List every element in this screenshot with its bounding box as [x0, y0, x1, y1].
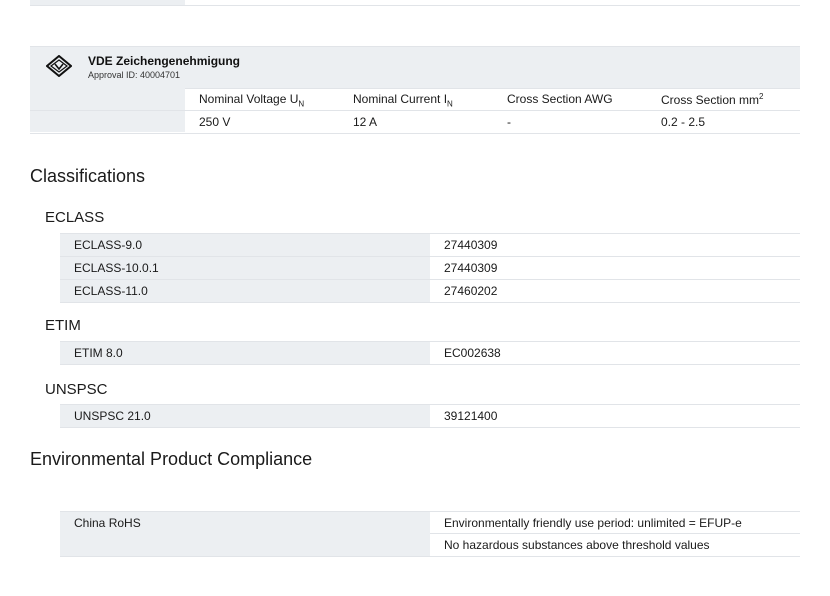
approval-header-key-cell [30, 88, 185, 110]
etim-heading: ETIM [45, 317, 81, 334]
etim-table: ETIM 8.0 EC002638 [60, 341, 800, 365]
value-nominal-voltage: 250 V [199, 115, 231, 129]
eclass-heading: ECLASS [45, 209, 105, 226]
row-key-cell: UNSPSC 21.0 [60, 405, 430, 427]
row-key: ECLASS-11.0 [74, 284, 148, 298]
table-row: ETIM 8.0 EC002638 [60, 341, 800, 365]
column-header-cross-section-awg: Cross Section AWG [507, 92, 613, 106]
compliance-heading: Environmental Product Compliance [30, 449, 313, 469]
value-cross-section-awg: - [507, 115, 511, 129]
unspsc-heading: UNSPSC [45, 381, 108, 398]
table-row: ECLASS-10.0.1 27440309 [60, 256, 800, 279]
row-value: 39121400 [444, 409, 498, 423]
compliance-divider [430, 533, 800, 534]
eclass-table: ECLASS-9.0 27440309 ECLASS-10.0.1 274403… [60, 233, 800, 303]
vde-mark-icon [45, 54, 73, 78]
column-header-nominal-current: Nominal Current IN [353, 92, 453, 109]
row-key: UNSPSC 21.0 [74, 409, 151, 423]
column-header-cross-section-mm: Cross Section mm2 [661, 92, 764, 107]
approval-title: VDE Zeichengenehmigung [88, 54, 241, 68]
compliance-value-substances: No hazardous substances above threshold … [444, 538, 710, 552]
value-cross-section-mm: 0.2 - 2.5 [661, 115, 706, 129]
approval-id: Approval ID: 40004701 [88, 70, 181, 80]
value-nominal-current: 12 A [353, 115, 378, 129]
table-row: UNSPSC 21.0 39121400 [60, 404, 800, 428]
compliance-value-efup: Environmentally friendly use period: unl… [444, 516, 742, 530]
row-value: 27460202 [444, 284, 498, 298]
row-value: 27440309 [444, 261, 498, 275]
column-header-nominal-voltage: Nominal Voltage UN [199, 92, 305, 109]
row-key: ECLASS-9.0 [74, 238, 143, 252]
row-key-cell: ETIM 8.0 [60, 342, 430, 364]
approval-value-key-cell [30, 111, 185, 132]
table-row: ECLASS-11.0 27460202 [60, 279, 800, 303]
row-key-cell: ECLASS-11.0 [60, 280, 430, 302]
previous-table-divider [30, 5, 800, 6]
row-key: ECLASS-10.0.1 [74, 261, 159, 275]
row-value: EC002638 [444, 346, 501, 360]
compliance-key: China RoHS [74, 516, 141, 530]
row-key-cell: ECLASS-10.0.1 [60, 257, 430, 279]
row-value: 27440309 [444, 238, 498, 252]
classifications-heading: Classifications [30, 166, 146, 186]
table-row: ECLASS-9.0 27440309 [60, 233, 800, 256]
unspsc-table: UNSPSC 21.0 39121400 [60, 404, 800, 428]
row-key-cell: ECLASS-9.0 [60, 234, 430, 256]
row-key: ETIM 8.0 [74, 346, 123, 360]
